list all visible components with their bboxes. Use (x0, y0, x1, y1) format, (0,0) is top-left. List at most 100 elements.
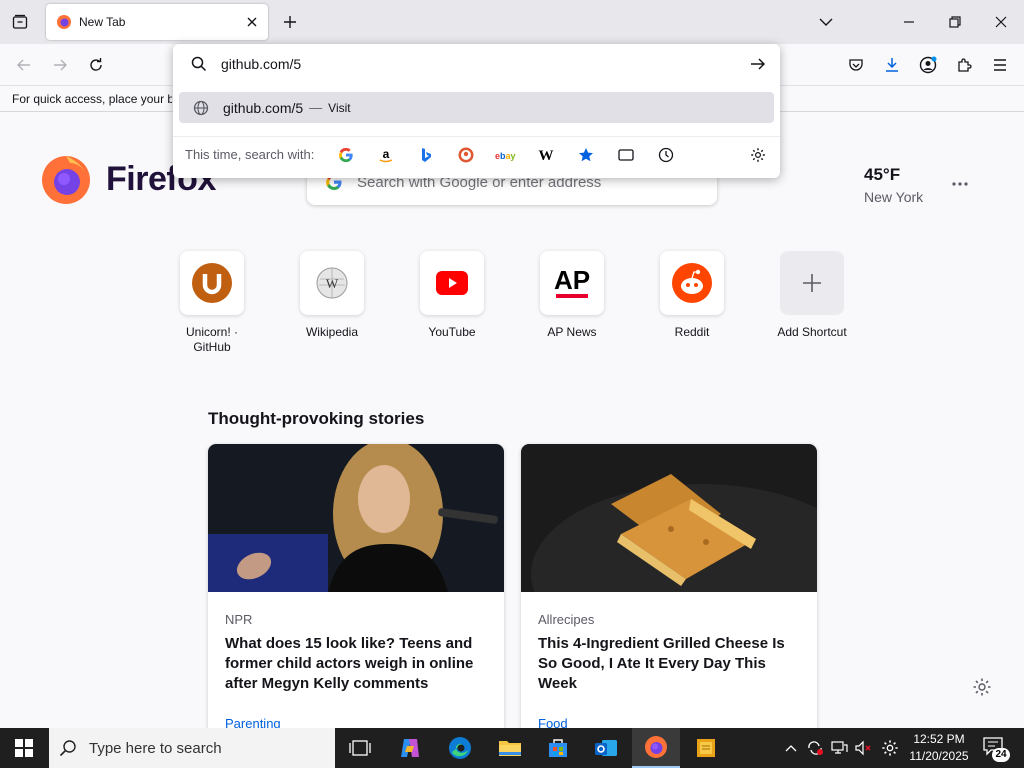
show-hidden-icons-button[interactable] (781, 738, 801, 758)
google-icon (339, 147, 353, 162)
gear-icon (882, 740, 898, 756)
taskbar-outlook[interactable] (582, 728, 630, 768)
taskbar-store[interactable] (534, 728, 582, 768)
tray-volume[interactable] (853, 738, 873, 758)
copilot-icon (401, 739, 419, 757)
weather-menu-button[interactable] (948, 171, 972, 195)
taskbar-edge[interactable] (436, 728, 484, 768)
engine-ebay[interactable]: ebay (486, 140, 526, 170)
pocket-icon (849, 59, 863, 71)
firefox-view-button[interactable] (6, 8, 34, 36)
shortcut-tile[interactable] (420, 251, 484, 315)
ap-news-icon: AP (554, 265, 590, 298)
plus-icon (803, 274, 821, 292)
tray-sync[interactable] (805, 738, 825, 758)
taskbar-app-notes[interactable] (682, 728, 730, 768)
tab-close-button[interactable] (242, 12, 262, 32)
engine-bing[interactable] (406, 140, 446, 170)
top-sites: Unicorn! · GitHub W Wikipedia YouTube AP… (172, 251, 852, 361)
notes-app-icon (697, 739, 715, 757)
engine-history[interactable] (646, 140, 686, 170)
shortcut-wikipedia[interactable]: W Wikipedia (292, 251, 372, 340)
back-button[interactable] (10, 51, 38, 79)
star-icon (579, 147, 594, 161)
tab-new-tab[interactable]: New Tab (46, 4, 268, 40)
tab-title: New Tab (79, 15, 126, 29)
taskbar-clock[interactable]: 12:52 PM 11/20/2025 (908, 731, 970, 765)
forward-button[interactable] (46, 51, 74, 79)
minimize-button[interactable] (894, 8, 924, 36)
result-separator: — (309, 100, 323, 115)
story-source: Allrecipes (538, 612, 595, 627)
story-title[interactable]: This 4-Ingredient Grilled Cheese Is So G… (538, 634, 800, 694)
start-button[interactable] (0, 728, 48, 768)
add-shortcut-button[interactable]: Add Shortcut (772, 251, 852, 340)
close-window-button[interactable] (986, 8, 1016, 36)
task-view-icon (349, 740, 371, 756)
engine-wikipedia[interactable]: W (526, 140, 566, 170)
windows-logo-icon (15, 739, 33, 757)
shortcut-tile[interactable] (780, 251, 844, 315)
story-category[interactable]: Food (538, 716, 568, 728)
engine-google[interactable] (326, 140, 366, 170)
app-menu-button[interactable] (986, 51, 1014, 79)
tray-settings[interactable] (880, 738, 900, 758)
story-source: NPR (225, 612, 253, 627)
result-action: Visit (328, 100, 351, 115)
restore-icon (949, 16, 961, 28)
shortcut-youtube[interactable]: YouTube (412, 251, 492, 340)
new-tab-button[interactable] (278, 10, 302, 34)
downloads-button[interactable] (878, 51, 906, 79)
weather-temperature: 45°F (864, 165, 901, 184)
shortcut-label: Reddit (674, 325, 710, 339)
stories-heading: Thought-provoking stories (208, 409, 425, 428)
svg-text:W: W (326, 276, 339, 291)
tray-network[interactable] (829, 738, 849, 758)
taskbar-firefox[interactable] (632, 728, 680, 768)
shortcut-reddit[interactable]: Reddit (652, 251, 732, 340)
engine-amazon[interactable]: a (366, 140, 406, 170)
shortcut-tile[interactable]: W (300, 251, 364, 315)
restore-button[interactable] (940, 8, 970, 36)
shortcut-tile[interactable] (180, 251, 244, 315)
engine-duckduckgo[interactable] (446, 140, 486, 170)
search-settings-button[interactable] (746, 143, 770, 167)
extensions-button[interactable] (950, 51, 978, 79)
personalize-button[interactable] (972, 677, 994, 699)
minimize-icon (904, 21, 914, 23)
engine-bookmarks[interactable] (566, 140, 606, 170)
weather-widget[interactable]: 45°F New York (864, 165, 923, 205)
taskbar-search[interactable]: Type here to search (49, 728, 335, 768)
go-button[interactable] (746, 52, 770, 76)
taskbar-copilot[interactable] (386, 728, 434, 768)
notification-center-button[interactable]: 24 (982, 736, 1010, 762)
bookmarks-hint: For quick access, place your bo (12, 92, 172, 106)
story-image (208, 444, 504, 592)
firefox-view-icon (12, 14, 28, 29)
unicorn-icon (192, 263, 232, 303)
story-title[interactable]: What does 15 look like? Teens and former… (225, 634, 487, 694)
urlbar-value[interactable]: github.com/5 (221, 56, 301, 72)
account-icon (919, 56, 937, 74)
sync-icon (808, 741, 823, 755)
story-card[interactable]: NPR What does 15 look like? Teens and fo… (208, 444, 504, 728)
pocket-button[interactable] (842, 51, 870, 79)
story-image (521, 444, 817, 592)
urlbar-result-visit[interactable]: github.com/5 — Visit (179, 92, 774, 123)
urlbar-input[interactable]: github.com/5 (173, 44, 780, 84)
shortcut-tile[interactable] (660, 251, 724, 315)
shortcut-tile[interactable]: AP (540, 251, 604, 315)
task-view-button[interactable] (336, 728, 384, 768)
network-icon (831, 741, 848, 754)
list-all-tabs-button[interactable] (811, 8, 841, 36)
taskbar-file-explorer[interactable] (486, 728, 534, 768)
reload-button[interactable] (82, 51, 110, 79)
account-button[interactable] (914, 51, 942, 79)
close-icon (247, 17, 257, 27)
story-card[interactable]: Allrecipes This 4-Ingredient Grilled Che… (521, 444, 817, 728)
shortcut-ap-news[interactable]: AP AP News (532, 251, 612, 340)
bing-icon (422, 147, 432, 162)
story-category[interactable]: Parenting (225, 716, 281, 728)
shortcut-unicorn-github[interactable]: Unicorn! · GitHub (172, 251, 252, 355)
engine-tabs[interactable] (606, 140, 646, 170)
